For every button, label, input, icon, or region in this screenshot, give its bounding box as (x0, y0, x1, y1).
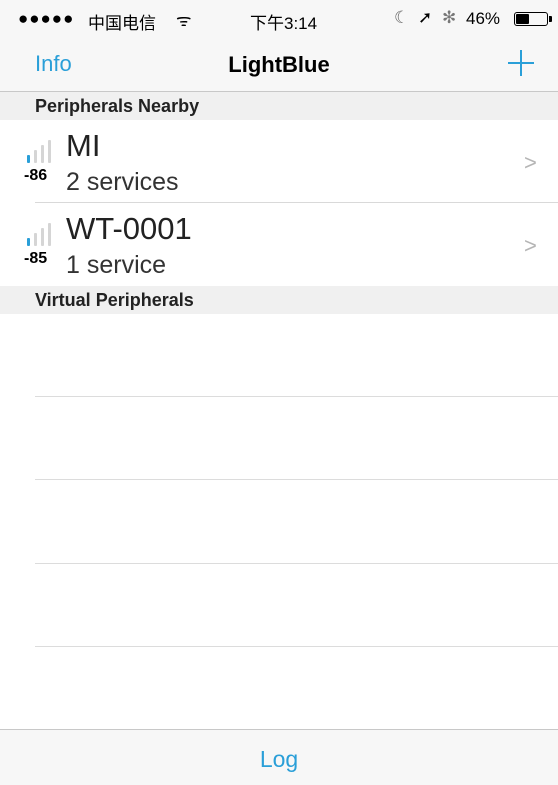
signal-strength-icon (27, 223, 51, 246)
bluetooth-icon: ✻ (442, 8, 457, 27)
service-count: 1 service (66, 251, 167, 279)
status-bar: ●●●●● 中国电信 ᯤ 下午3:14 ☾ ➚ ✻ 46% (0, 0, 558, 40)
battery-fill (516, 14, 529, 24)
peripheral-row-mi[interactable]: -86 MI 2 services > (0, 120, 558, 202)
plus-icon[interactable] (506, 48, 536, 78)
section-header-virtual-peripherals: Virtual Peripherals (0, 286, 558, 314)
cellular-signal-icon: ●●●●● (18, 9, 75, 28)
wifi-icon: ᯤ (176, 11, 192, 30)
empty-row-divider (35, 396, 558, 397)
peripheral-name: MI (66, 128, 101, 163)
do-not-disturb-icon: ☾ (394, 8, 410, 27)
section-title: Peripherals Nearby (35, 96, 200, 116)
battery-percentage: 46% (466, 9, 501, 28)
bottom-toolbar: Log (0, 729, 558, 785)
navigation-bar: Info LightBlue (0, 40, 558, 92)
carrier-name: 中国电信 (88, 14, 156, 33)
peripheral-row-wt-0001[interactable]: -85 WT-0001 1 service > (0, 203, 558, 285)
battery-icon (514, 12, 552, 26)
status-time: 下午3:14 (250, 14, 318, 33)
peripheral-name: WT-0001 (66, 211, 192, 246)
page-title: LightBlue (228, 52, 330, 77)
rssi-value: -85 (24, 250, 48, 267)
rssi-value: -86 (24, 167, 48, 184)
log-button[interactable]: Log (0, 746, 558, 773)
battery-tip (549, 16, 552, 22)
empty-row-divider (35, 563, 558, 564)
location-icon: ➚ (418, 8, 433, 27)
section-header-peripherals-nearby: Peripherals Nearby (0, 92, 558, 120)
section-title: Virtual Peripherals (35, 290, 194, 310)
empty-row-divider (35, 646, 558, 647)
signal-strength-icon (27, 140, 51, 163)
chevron-right-icon: > (524, 233, 537, 258)
chevron-right-icon: > (524, 150, 537, 175)
service-count: 2 services (66, 168, 179, 196)
empty-row-divider (35, 479, 558, 480)
